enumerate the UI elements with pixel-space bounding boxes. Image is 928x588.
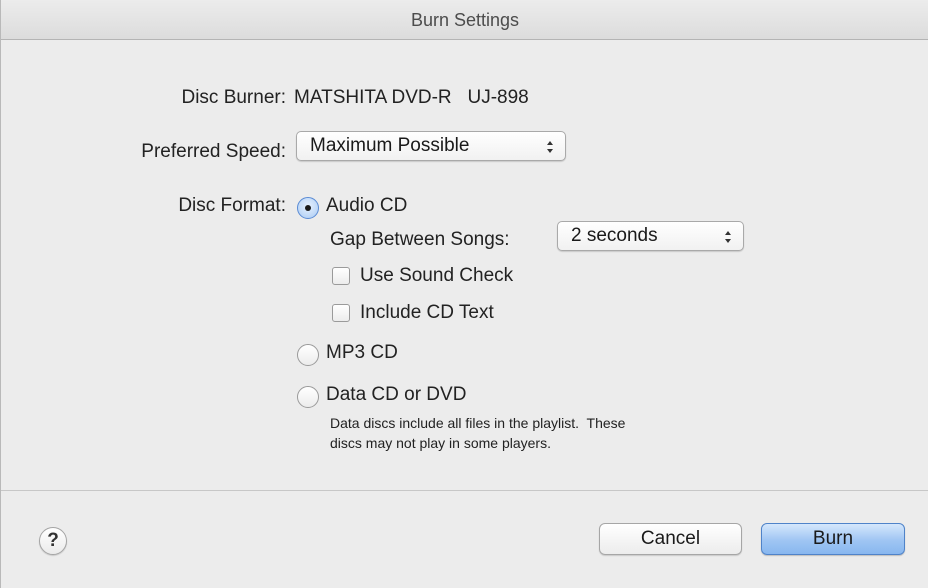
data-cd-label: Data CD or DVD: [326, 384, 467, 405]
cancel-button[interactable]: Cancel: [599, 523, 742, 555]
mp3-cd-radio[interactable]: [297, 344, 319, 366]
use-sound-check-checkbox[interactable]: [332, 267, 350, 285]
gap-between-songs-value: 2 seconds: [571, 225, 658, 246]
burn-settings-dialog: Burn Settings Disc Burner: MATSHITA DVD-…: [0, 0, 928, 588]
preferred-speed-label: Preferred Speed:: [141, 141, 286, 162]
help-button[interactable]: ?: [39, 527, 67, 555]
data-disc-note-line1: Data discs include all files in the play…: [330, 415, 626, 431]
include-cd-text-label: Include CD Text: [360, 302, 494, 323]
preferred-speed-value: Maximum Possible: [310, 135, 470, 156]
disc-format-label: Disc Format:: [178, 195, 286, 216]
use-sound-check-label: Use Sound Check: [360, 265, 514, 286]
audio-cd-label: Audio CD: [326, 195, 408, 216]
data-cd-radio[interactable]: [297, 386, 319, 408]
gap-between-songs-popup[interactable]: 2 seconds: [557, 221, 744, 251]
preferred-speed-popup[interactable]: Maximum Possible: [296, 131, 566, 161]
window-title: Burn Settings: [410, 10, 520, 30]
footer-divider: [1, 490, 928, 491]
gap-between-songs-label: Gap Between Songs:: [330, 229, 510, 250]
question-icon: ?: [47, 530, 59, 551]
audio-cd-radio[interactable]: [297, 197, 319, 219]
burn-button[interactable]: Burn: [761, 523, 905, 555]
mp3-cd-label: MP3 CD: [326, 342, 398, 363]
disc-burner-value: MATSHITA DVD-R UJ-898: [294, 87, 529, 108]
updown-arrows-icon: [547, 141, 553, 153]
title-bar: Burn Settings: [1, 0, 928, 40]
data-disc-note-line2: discs may not play in some players.: [330, 435, 551, 451]
include-cd-text-checkbox[interactable]: [332, 304, 350, 322]
updown-arrows-icon: [725, 231, 731, 243]
disc-burner-label: Disc Burner:: [181, 87, 286, 108]
